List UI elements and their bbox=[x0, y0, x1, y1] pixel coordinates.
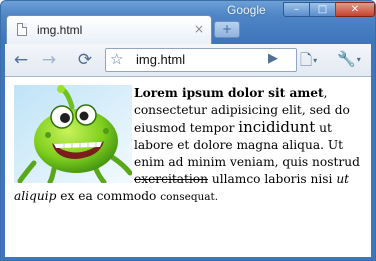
browser-window: Google – □ ✕ img.html × + ← → ⟳ ☆ img.ht… bbox=[0, 0, 376, 261]
minimize-button[interactable]: – bbox=[283, 2, 310, 17]
small-text: consequat. bbox=[160, 191, 219, 203]
tab-img-html[interactable]: img.html × bbox=[6, 15, 212, 44]
wrench-menu-button[interactable]: 🔧▾ bbox=[337, 50, 361, 68]
forward-button[interactable]: → bbox=[37, 49, 61, 71]
monster-image bbox=[14, 85, 132, 183]
close-window-button[interactable]: ✕ bbox=[336, 2, 375, 17]
address-input[interactable]: img.html bbox=[136, 52, 185, 67]
window-controls: – □ ✕ bbox=[283, 2, 375, 20]
bookmark-star-icon[interactable]: ☆ bbox=[110, 50, 123, 68]
bold-text: Lorem ipsum dolor sit amet bbox=[134, 86, 324, 100]
navigation-toolbar: ← → ⟳ ☆ img.html ▶ 🗋▾ 🔧▾ bbox=[5, 44, 371, 77]
page-content: Lorem ipsum dolor sit amet, consectetur … bbox=[5, 77, 371, 257]
body-text-3: ullamco laboris nisi bbox=[208, 172, 337, 186]
maximize-button[interactable]: □ bbox=[310, 2, 336, 17]
page-menu-button[interactable]: 🗋▾ bbox=[300, 50, 317, 75]
go-button-icon[interactable]: ▶ bbox=[268, 51, 278, 66]
body-text-4: ex ea commodo bbox=[56, 189, 161, 203]
google-brand-label: Google bbox=[227, 3, 266, 17]
big-text: incididunt bbox=[238, 118, 316, 136]
new-tab-button[interactable]: + bbox=[214, 21, 240, 38]
tab-close-icon[interactable]: × bbox=[194, 22, 204, 36]
chevron-down-icon: ▾ bbox=[313, 56, 318, 65]
strikethrough-text: exercitation bbox=[134, 172, 208, 186]
chevron-down-icon: ▾ bbox=[356, 55, 361, 64]
page-icon bbox=[17, 23, 27, 36]
page-menu-icon: 🗋 bbox=[300, 51, 313, 69]
reload-button[interactable]: ⟳ bbox=[73, 49, 97, 71]
back-button[interactable]: ← bbox=[9, 49, 33, 71]
document-body: Lorem ipsum dolor sit amet, consectetur … bbox=[14, 85, 364, 206]
address-bar[interactable]: ☆ img.html ▶ bbox=[105, 48, 297, 72]
wrench-icon: 🔧 bbox=[337, 50, 356, 68]
tab-title: img.html bbox=[37, 23, 83, 37]
